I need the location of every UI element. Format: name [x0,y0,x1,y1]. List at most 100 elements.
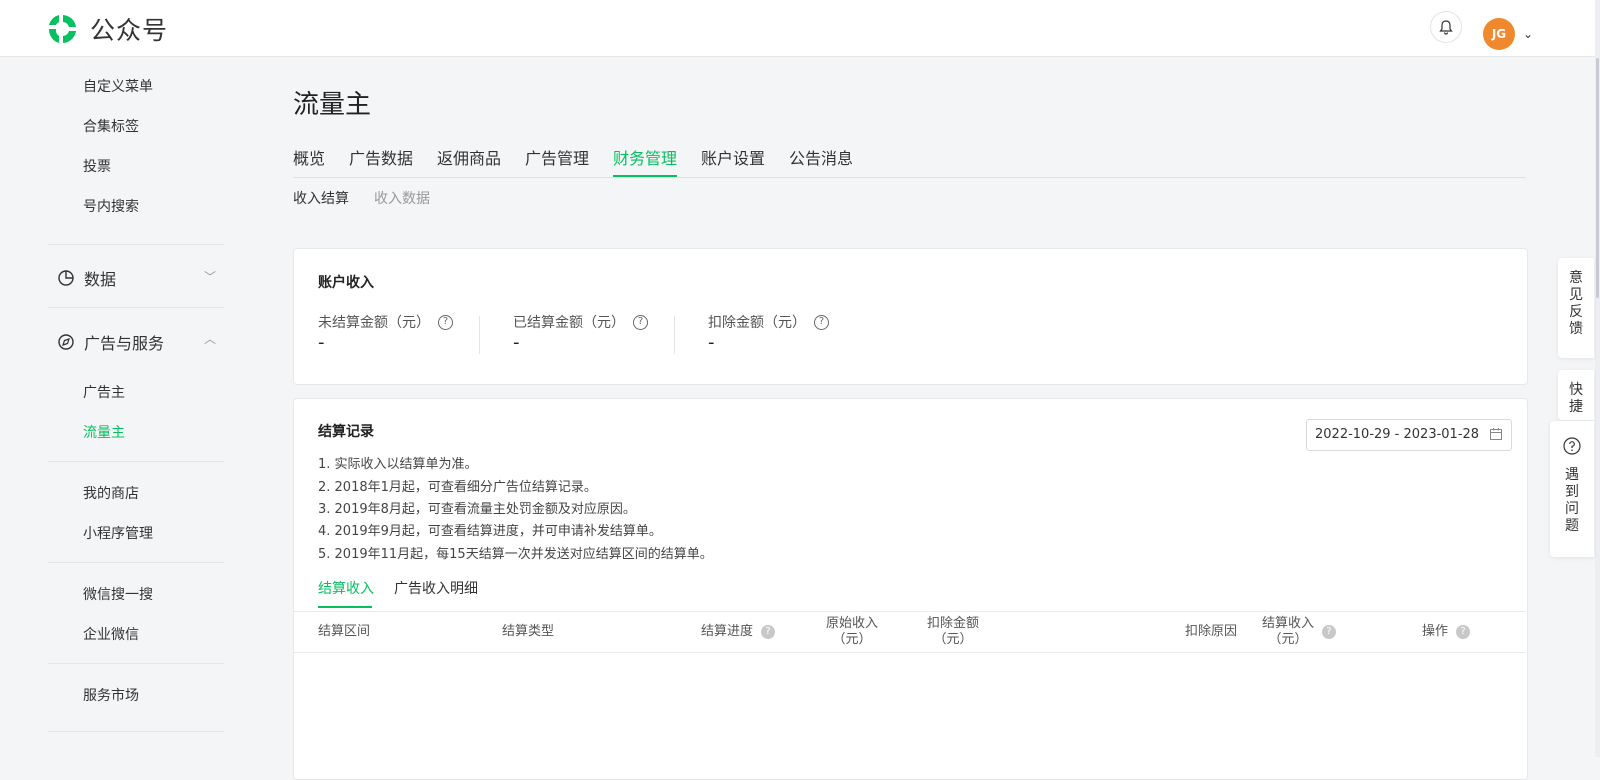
column-label: 操作 [1422,624,1449,639]
sidebar-item-service-market[interactable]: 服务市场 [83,685,139,705]
quick-char: 快 [1569,382,1583,398]
help-icon[interactable]: ? [761,625,776,639]
calendar-icon [1490,428,1502,440]
column-label: 原始收入 [826,616,879,631]
card-title: 结算记录 [318,424,374,440]
sidebar-item-advertiser[interactable]: 广告主 [83,382,125,402]
tab-rebate-products[interactable]: 返佣商品 [437,145,501,169]
help-char: 问 [1565,501,1579,517]
column-header-original-income: 原始收入 （元） [826,616,878,648]
column-header-period: 结算区间 [318,624,370,640]
sidebar-item-wecom[interactable]: 企业微信 [83,624,139,644]
tab-settlement-income[interactable]: 结算收入 [318,578,374,598]
chevron-down-icon[interactable]: ﹀ [204,268,216,285]
feedback-button[interactable]: 意 见 反 馈 [1558,258,1594,358]
column-label: 扣除金额 [927,616,980,631]
column-label: 扣除原因 [1185,624,1238,639]
note-line: 1. 实际收入以结算单为准。 [318,457,478,472]
quick-access-button[interactable]: 快 捷 [1558,370,1594,420]
stat-value-settled: - [513,332,520,353]
sidebar-group-label: 广告与服务 [84,334,165,353]
chevron-down-icon[interactable]: ⌄ [1523,27,1533,41]
sidebar-item-collection-tags[interactable]: 合集标签 [83,116,139,136]
tab-announcements[interactable]: 公告消息 [789,145,853,169]
sidebar-group-label: 数据 [84,270,117,289]
bell-icon [1439,20,1453,35]
feedback-char: 反 [1569,304,1583,320]
sidebar-group-ads-services[interactable]: 广告与服务 [57,330,164,354]
help-icon[interactable]: ? [438,314,453,330]
column-header-action: 操作 ? [1422,624,1471,640]
column-unit: （元） [1268,632,1308,647]
stat-value-deducted: - [708,332,715,353]
column-label: 结算区间 [318,624,371,639]
tab-account-settings[interactable]: 账户设置 [701,145,765,169]
note-line: 5. 2019年11月起，每15天结算一次并发送对应结算区间的结算单。 [318,547,713,562]
subtab-income-data[interactable]: 收入数据 [374,188,430,208]
note-line: 2. 2018年1月起，可查看细分广告位结算记录。 [318,480,597,495]
sidebar-divider [48,731,224,732]
column-unit: （元） [832,632,872,647]
sidebar-item-vote[interactable]: 投票 [83,156,111,176]
feedback-char: 馈 [1569,321,1583,337]
column-header-settled-income: 结算收入 （元） ? [1262,616,1337,648]
settlement-records-card [293,398,1528,780]
sidebar-divider [48,244,224,245]
top-bar: 公众号 JG ⌄ [0,0,1595,57]
stat-label-text: 扣除金额（元） [708,315,806,331]
column-label: 结算进度 [701,624,754,639]
quick-char: 捷 [1569,399,1583,415]
note-line: 4. 2019年9月起，可查看结算进度，并可申请补发结算单。 [318,524,662,539]
feedback-char: 意 [1569,270,1583,286]
tab-ad-management[interactable]: 广告管理 [525,145,589,169]
sidebar-item-my-shop[interactable]: 我的商店 [83,483,139,503]
column-label: 结算类型 [502,624,555,639]
wechat-official-logo-icon [48,15,76,43]
date-range-value: 2022-10-29 - 2023-01-28 [1315,427,1480,442]
sidebar-divider [48,307,224,308]
pie-chart-icon [58,270,74,286]
sidebar-divider [48,663,224,664]
active-tab-indicator [318,606,372,608]
chevron-up-icon[interactable]: ︿ [204,330,216,347]
column-label: 结算收入 [1262,616,1315,631]
stat-label-deducted: 扣除金额（元） ? [708,312,829,332]
sidebar-divider [48,461,224,462]
page-title: 流量主 [293,90,372,120]
column-unit: （元） [933,632,973,647]
subtab-income-settlement[interactable]: 收入结算 [293,188,349,208]
sidebar-item-mini-program[interactable]: 小程序管理 [83,523,153,543]
help-icon[interactable]: ? [1456,625,1471,639]
column-header-deduction: 扣除金额 （元） [927,616,979,648]
logo[interactable]: 公众号 [46,11,168,47]
date-range-picker[interactable]: 2022-10-29 - 2023-01-28 [1306,419,1512,451]
sidebar-item-in-account-search[interactable]: 号内搜索 [83,196,139,216]
main-tabs: 概览 广告数据 返佣商品 广告管理 财务管理 账户设置 公告消息 [293,145,1526,178]
active-tab-indicator [613,175,677,177]
sidebar-group-data[interactable]: 数据 [57,266,116,290]
sidebar-item-publisher[interactable]: 流量主 [83,422,125,442]
help-icon[interactable]: ? [1322,625,1337,639]
tab-ad-income-detail[interactable]: 广告收入明细 [394,578,478,598]
help-icon[interactable]: ? [814,314,829,330]
notification-button[interactable] [1431,12,1461,42]
help-problem-button[interactable]: 遇 到 问 题 [1550,421,1594,557]
help-icon[interactable]: ? [633,314,648,330]
column-header-progress: 结算进度 ? [701,624,776,640]
sidebar-item-wechat-search[interactable]: 微信搜一搜 [83,584,153,604]
avatar[interactable]: JG [1483,18,1515,50]
scrollbar-thumb[interactable] [1596,58,1599,298]
note-line: 3. 2019年8月起，可查看流量主处罚金额及对应原因。 [318,502,636,517]
stat-label-text: 已结算金额（元） [513,315,625,331]
compass-icon [58,334,74,350]
help-char: 题 [1565,518,1579,534]
help-char: 遇 [1565,467,1579,483]
tab-ad-data[interactable]: 广告数据 [349,145,413,169]
sidebar-item-custom-menu[interactable]: 自定义菜单 [83,76,153,96]
stat-value-unsettled: - [318,332,325,353]
feedback-char: 见 [1569,287,1583,303]
tab-finance-management[interactable]: 财务管理 [613,145,677,169]
help-char: 到 [1565,484,1579,500]
tab-overview[interactable]: 概览 [293,145,325,169]
column-header-deduction-reason: 扣除原因 [1185,624,1237,640]
